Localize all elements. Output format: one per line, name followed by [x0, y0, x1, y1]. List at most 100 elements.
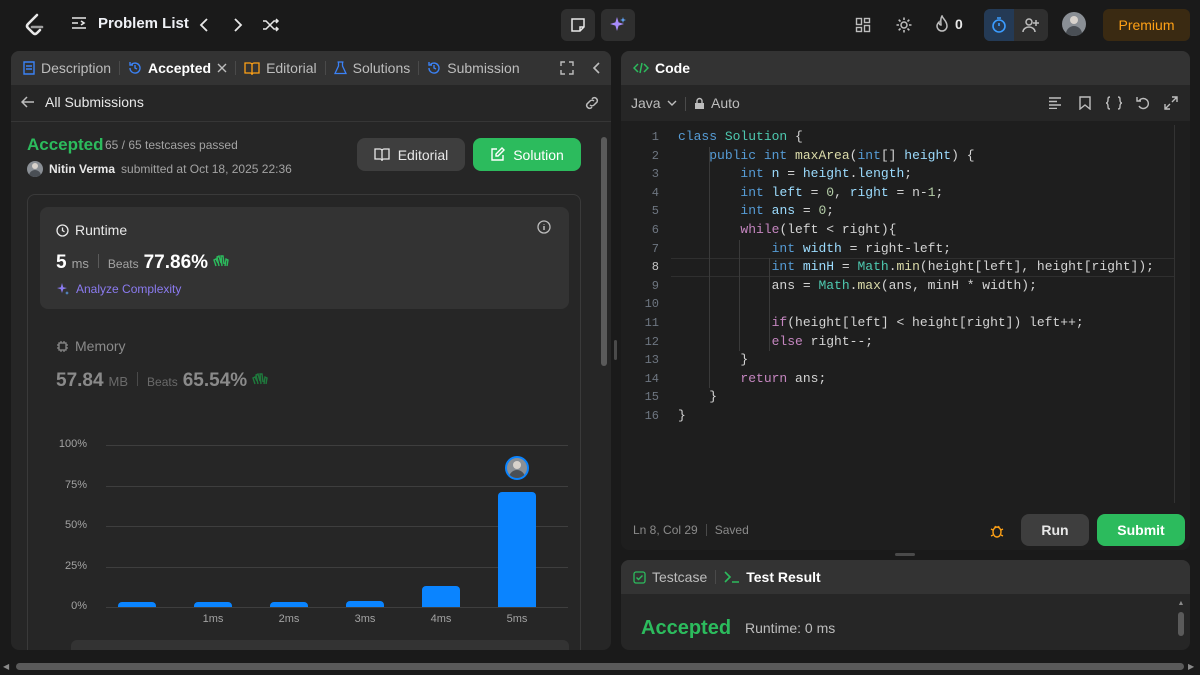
code-area[interactable]: 1 class Solution {2 public int maxArea(in…: [621, 125, 1174, 501]
line-number: 1: [651, 130, 659, 144]
left-scrollbar[interactable]: [601, 123, 607, 647]
tab-code[interactable]: Code: [621, 51, 698, 85]
editorial-button[interactable]: Editorial: [357, 138, 465, 171]
language-label: Java: [631, 95, 661, 111]
share-link-button[interactable]: [583, 95, 601, 111]
code-line[interactable]: }: [678, 407, 686, 426]
memory-beats-label: Beats: [147, 375, 178, 389]
runtime-card[interactable]: Runtime 5 ms Beats 77.86% Analyze Comple…: [40, 207, 569, 309]
collapse-panel-button[interactable]: [589, 60, 605, 76]
result-scrollbar[interactable]: ▲: [1177, 598, 1185, 650]
format-code-button[interactable]: [1047, 95, 1063, 111]
history-icon: [428, 62, 440, 74]
test-result-panel: Testcase Test Result Accepted Runtime: 0…: [621, 560, 1190, 650]
streak-counter[interactable]: 0: [934, 15, 963, 33]
problem-list-label: Problem List: [98, 14, 189, 32]
code-line[interactable]: else right--;: [678, 333, 873, 352]
clapping-hands-icon: [252, 372, 268, 385]
list-icon: [72, 17, 86, 29]
sparkle-icon: [610, 17, 626, 31]
tab-testcase[interactable]: Testcase: [621, 560, 715, 594]
layout-grid-icon: [855, 17, 871, 33]
tab-description[interactable]: Description: [11, 51, 119, 85]
code-line[interactable]: return ans;: [678, 370, 826, 389]
run-button[interactable]: Run: [1021, 514, 1089, 546]
code-line[interactable]: }: [678, 351, 748, 370]
divider: [137, 372, 139, 386]
code-line[interactable]: int ans = 0;: [678, 202, 834, 221]
layout-button[interactable]: [853, 15, 873, 35]
all-submissions-link[interactable]: All Submissions: [21, 94, 144, 110]
tab-test-result[interactable]: Test Result: [716, 560, 828, 594]
timer-button[interactable]: [984, 9, 1014, 41]
code-header: Code: [621, 51, 1190, 85]
line-number: 10: [644, 297, 659, 312]
memory-title: Memory: [75, 338, 126, 354]
vertical-resize-handle[interactable]: [614, 340, 617, 360]
code-line[interactable]: class Solution {: [678, 128, 803, 147]
debug-button[interactable]: [987, 521, 1007, 541]
next-problem-button[interactable]: [228, 15, 248, 35]
analyze-complexity-link[interactable]: Analyze Complexity: [56, 282, 181, 296]
streak-count: 0: [955, 16, 963, 32]
premium-label: Premium: [1118, 17, 1175, 33]
code-line[interactable]: public int maxArea(int[] height) {: [678, 147, 974, 166]
reset-code-button[interactable]: [1135, 95, 1151, 111]
memory-card[interactable]: Memory 57.84 MB Beats 65.54%: [40, 320, 569, 391]
premium-button[interactable]: Premium: [1103, 9, 1190, 41]
gear-icon: [896, 17, 912, 33]
clapping-hands-icon: [213, 254, 229, 267]
expand-editor-button[interactable]: [1163, 95, 1179, 111]
tab-accepted[interactable]: Accepted: [120, 51, 235, 85]
code-line[interactable]: int left = 0, right = n-1;: [678, 184, 943, 203]
bookmark-button[interactable]: [1077, 95, 1093, 111]
auto-mode-toggle[interactable]: Auto: [694, 95, 740, 111]
code-line[interactable]: }: [678, 388, 717, 407]
code-line[interactable]: while(left < right){: [678, 221, 896, 240]
line-number: 9: [651, 278, 659, 293]
user-avatar[interactable]: [1062, 12, 1086, 36]
tab-solutions[interactable]: Solutions: [326, 51, 419, 85]
tab-editorial[interactable]: Editorial: [236, 51, 325, 85]
editor-toolbar: Java Auto: [621, 85, 1190, 121]
prev-problem-button[interactable]: [194, 15, 214, 35]
runtime-header: Runtime: [56, 222, 127, 238]
info-icon[interactable]: [536, 219, 552, 235]
problem-list-button[interactable]: Problem List: [70, 14, 189, 32]
ai-assistant-button[interactable]: [601, 9, 635, 41]
submit-button[interactable]: Submit: [1097, 514, 1185, 546]
leetcode-logo-icon[interactable]: [24, 13, 46, 37]
align-left-icon: [1049, 97, 1061, 109]
solution-button[interactable]: Solution: [473, 138, 581, 171]
run-button-label: Run: [1041, 522, 1069, 538]
document-icon: [23, 61, 35, 75]
notes-button[interactable]: [561, 9, 595, 41]
language-select[interactable]: Java: [631, 95, 677, 111]
tab-submissions[interactable]: Submission: [419, 51, 527, 85]
shuffle-icon: [263, 18, 280, 32]
code-title: Code: [655, 60, 690, 76]
code-line[interactable]: int minH = Math.min(height[left], height…: [678, 258, 1154, 277]
submitter-name[interactable]: Nitin Verma: [49, 162, 115, 176]
chevron-down-icon: [667, 100, 677, 106]
panel-resize-handle[interactable]: [895, 553, 915, 556]
settings-button[interactable]: [894, 15, 914, 35]
code-line[interactable]: int n = height.length;: [678, 165, 912, 184]
chevron-right-icon: [234, 18, 243, 32]
close-icon[interactable]: [217, 63, 227, 73]
invite-user-button[interactable]: [1014, 9, 1048, 41]
code-line[interactable]: int width = right-left;: [678, 240, 951, 259]
code-editor-panel: Code Java Auto 1 class Solution {2 public…: [621, 51, 1190, 550]
tab-submissions-label: Submission: [447, 60, 520, 76]
top-navigation-bar: Problem List 0 Premium: [0, 0, 1200, 50]
runtime-stats: 5 ms Beats 77.86%: [56, 252, 229, 274]
tab-description-label: Description: [41, 60, 112, 76]
code-line[interactable]: ans = Math.max(ans, minH * width);: [678, 277, 1037, 296]
page-horizontal-scrollbar[interactable]: ◀ ▶: [0, 658, 1200, 675]
divider: [705, 524, 707, 536]
submitter-avatar[interactable]: [27, 161, 43, 177]
maximize-panel-button[interactable]: [559, 60, 575, 76]
arrow-left-icon: [21, 96, 34, 108]
braces-button[interactable]: [1105, 95, 1123, 111]
random-problem-button[interactable]: [261, 15, 281, 35]
